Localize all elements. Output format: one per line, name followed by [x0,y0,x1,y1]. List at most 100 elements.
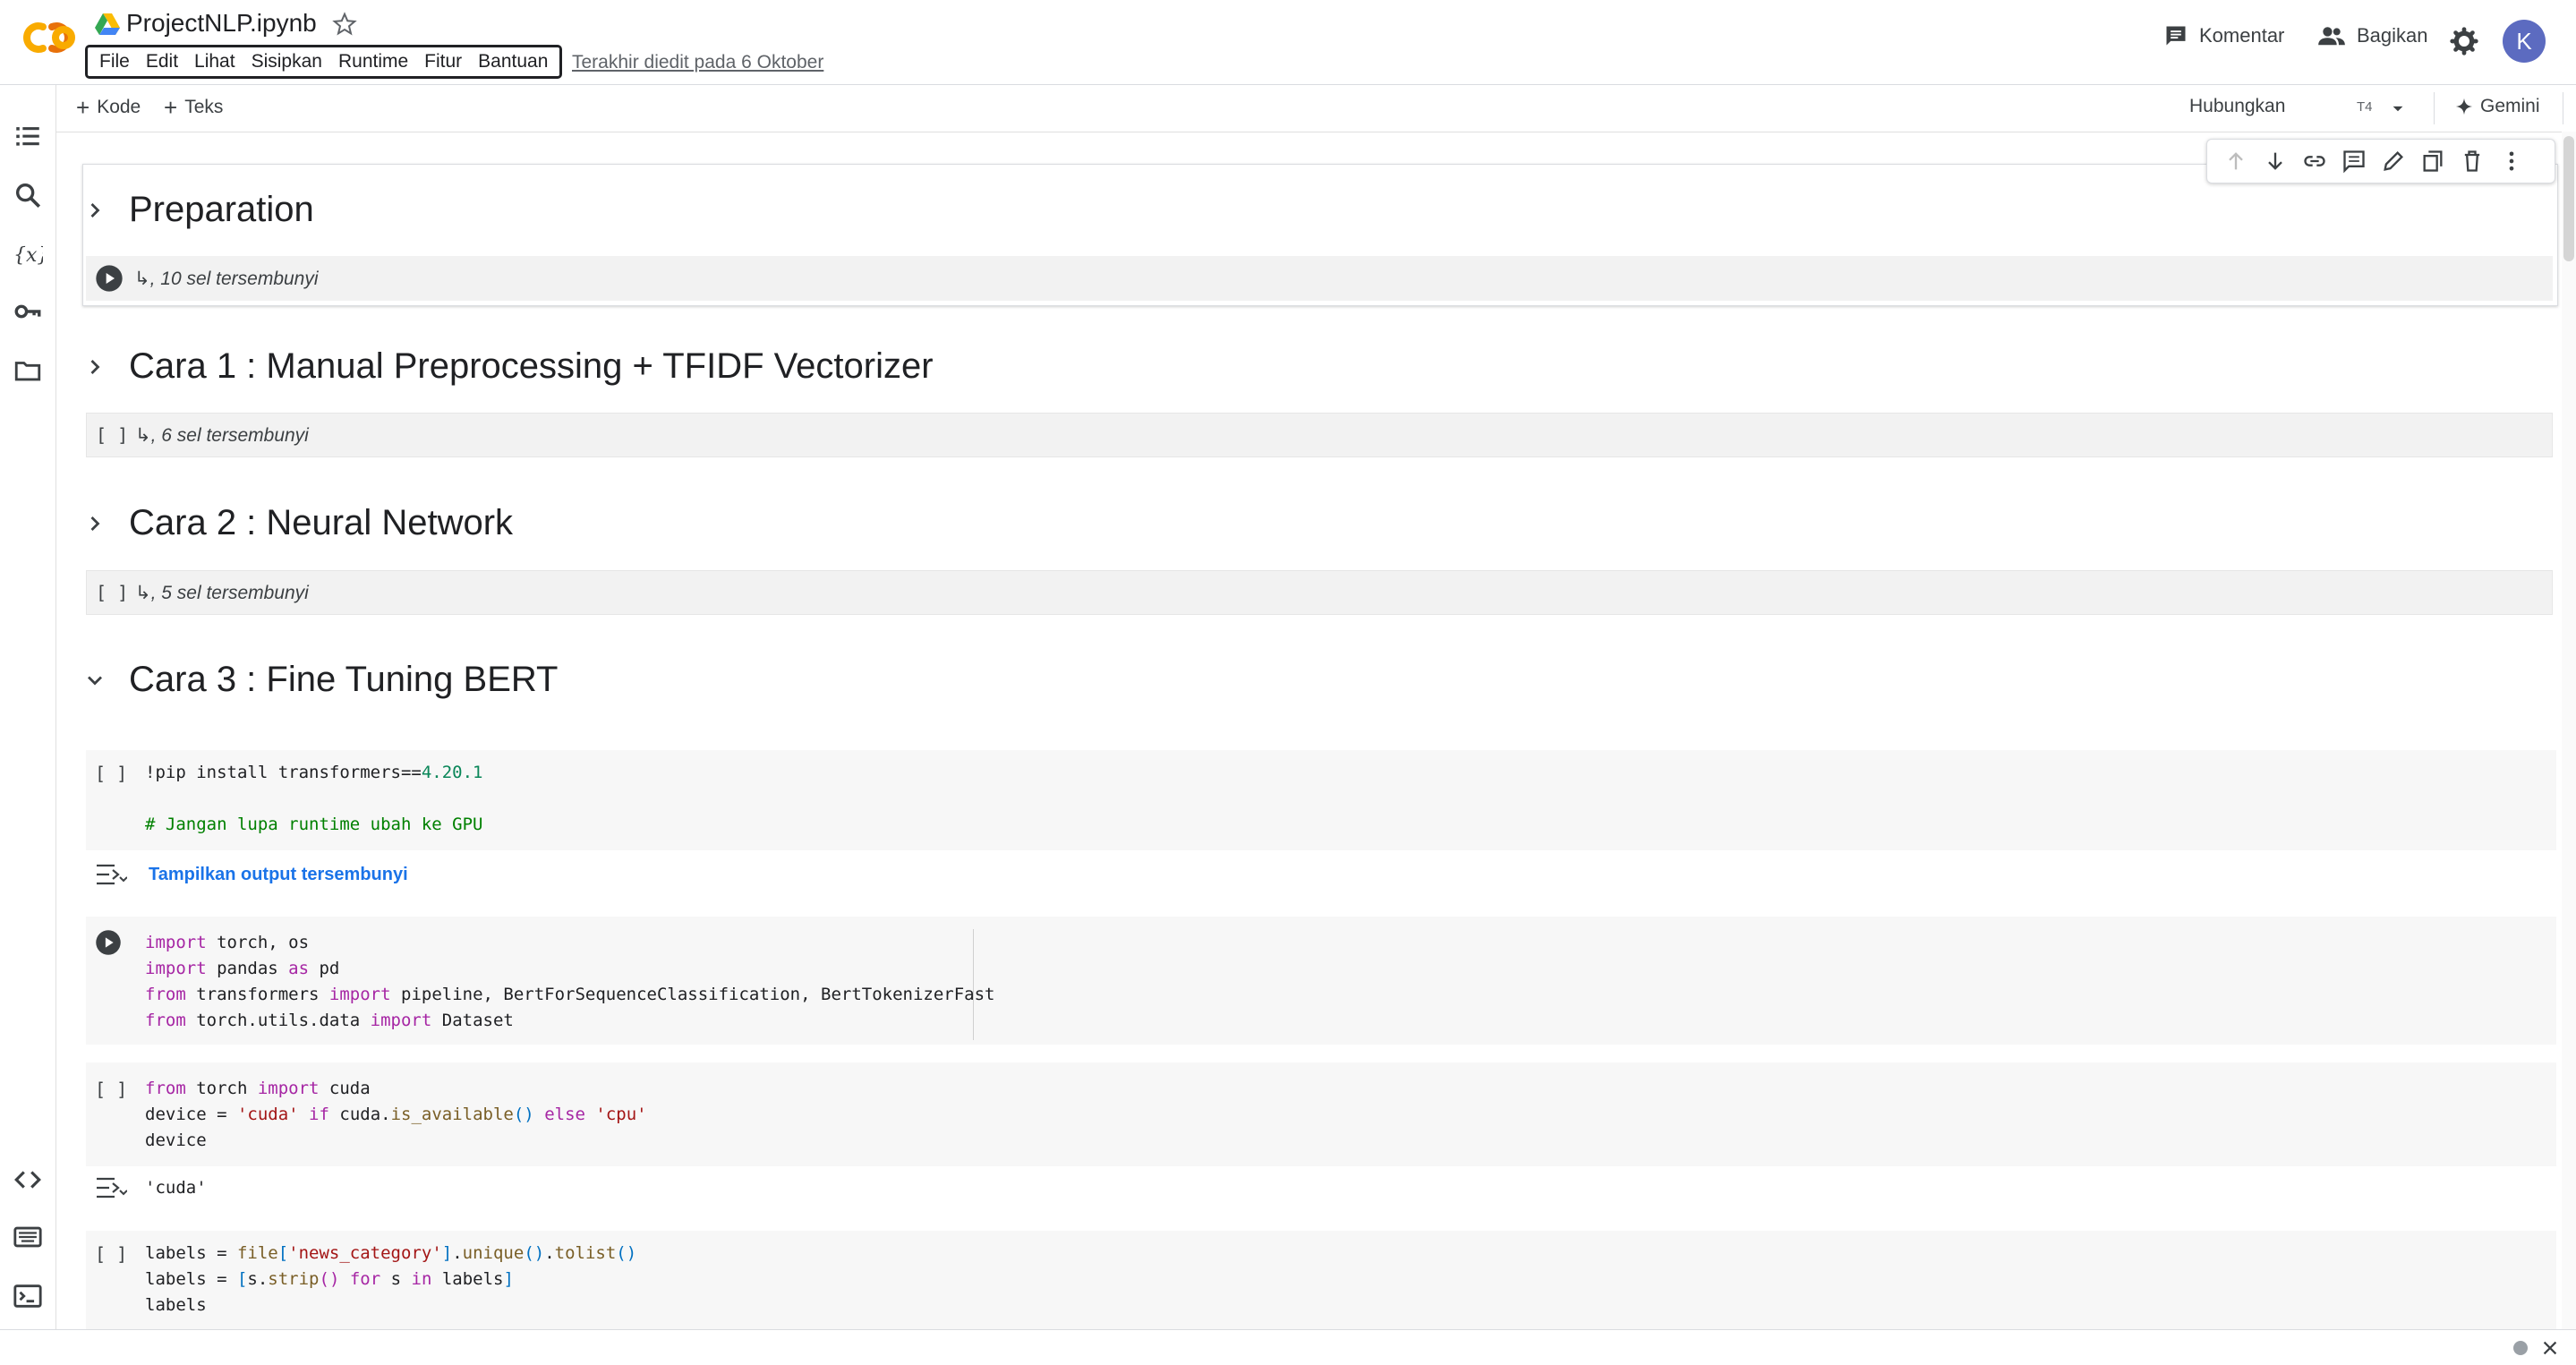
terminal-icon[interactable] [13,1281,43,1311]
cell-bracket[interactable]: [ ] [95,1243,127,1265]
folder-icon[interactable] [13,355,43,386]
code-line: from torch.utils.data import Dataset [145,1011,514,1030]
avatar[interactable]: K [2503,20,2546,63]
hidden-cells-bar[interactable]: [ ] ↳, 6 sel tersembunyi [86,413,2553,457]
notebook-toolbar: + Kode + Teks Hubungkan T4 Gemini [56,85,2576,132]
section-title: Preparation [129,190,314,229]
hidden-cells-bar[interactable]: [ ] ↳, 5 sel tersembunyi [86,570,2553,615]
menu-insert[interactable]: Sisipkan [243,51,330,73]
link-icon[interactable] [2302,149,2327,174]
edit-pencil-icon[interactable] [2381,149,2406,174]
section-title: Cara 1 : Manual Preprocessing + TFIDF Ve… [129,346,934,386]
code-cell[interactable]: [ ] labels = file['news_category'].uniqu… [86,1231,2556,1329]
add-text-button[interactable]: + Teks [164,96,223,119]
colab-logo[interactable] [16,18,79,57]
plus-icon: + [76,94,90,121]
menu-tools[interactable]: Fitur [416,51,470,73]
output-toggle-icon[interactable] [95,861,127,888]
code-line: labels = file['news_category'].unique().… [145,1243,637,1263]
arrow-down-icon[interactable] [2263,149,2288,174]
section-title: Cara 3 : Fine Tuning BERT [129,660,559,699]
section-heading[interactable]: Cara 3 : Fine Tuning BERT [82,660,559,700]
hidden-cells-text: ↳, 10 sel tersembunyi [134,268,319,289]
gear-icon[interactable] [2450,27,2478,55]
runtime-badge: T4 [2357,99,2373,115]
add-code-button[interactable]: + Kode [76,96,141,119]
cell-bracket[interactable]: [ ] [95,763,127,784]
close-icon[interactable] [2540,1338,2560,1358]
code-line: labels = [s.strip() for s in labels] [145,1269,514,1289]
cell-bracket: [ ] [96,582,129,603]
gemini-button[interactable]: Gemini [2455,96,2540,117]
add-text-label: Teks [184,97,224,117]
hidden-cells-text: ↳, 5 sel tersembunyi [135,582,309,603]
more-vert-icon[interactable] [2499,149,2524,174]
comment-button[interactable]: Komentar [2163,23,2284,48]
status-indicator [2513,1341,2528,1355]
comment-icon [2166,26,2186,46]
sparkle-icon [2455,98,2473,115]
key-icon[interactable] [13,296,43,327]
code-line: device [145,1130,207,1150]
code-cell[interactable]: import torch, os import pandas as pd fro… [86,917,2556,1045]
mirror-cell-icon[interactable] [2420,149,2445,174]
menu-bar: File Edit Lihat Sisipkan Runtime Fitur B… [85,45,563,79]
section-heading[interactable]: Cara 2 : Neural Network [82,503,513,543]
code-cell[interactable]: [ ] from torch import cuda device = 'cud… [86,1062,2556,1166]
code-line: !pip install transformers==4.20.1 [145,763,483,782]
code-line: from torch import cuda [145,1079,371,1098]
output-area: Tampilkan output tersembunyi [86,861,408,888]
menu-help[interactable]: Bantuan [470,51,556,73]
run-cell-icon[interactable] [95,929,122,956]
notebook-title[interactable]: ProjectNLP.ipynb [126,9,317,38]
gemini-label: Gemini [2480,96,2540,116]
scrollbar[interactable] [2562,132,2576,1329]
search-icon[interactable] [13,180,43,210]
code-line: import pandas as pd [145,959,340,978]
status-bar [0,1329,2576,1365]
delete-icon[interactable] [2460,149,2485,174]
code-line: device = 'cuda' if cuda.is_available() e… [145,1105,647,1124]
run-cell-icon[interactable] [95,264,124,293]
variables-icon[interactable]: {x} [13,239,43,269]
divider [2434,92,2435,124]
section-heading[interactable]: Preparation [82,190,314,230]
code-line: # Jangan lupa runtime ubah ke GPU [145,815,483,834]
last-edited-link[interactable]: Terakhir diedit pada 6 Oktober [572,52,823,73]
chevron-right-icon[interactable] [82,354,107,380]
output-toggle-icon[interactable] [95,1174,127,1201]
comment-icon[interactable] [2341,149,2367,174]
section-title: Cara 2 : Neural Network [129,503,514,542]
chevron-right-icon[interactable] [82,511,107,536]
svg-text:{x}: {x} [13,244,43,267]
menu-runtime[interactable]: Runtime [330,51,416,73]
connect-button[interactable]: Hubungkan [2189,96,2285,117]
scrollbar-thumb[interactable] [2563,136,2574,261]
cell-bracket: [ ] [96,424,129,446]
menu-edit[interactable]: Edit [138,51,186,73]
cell-bracket[interactable]: [ ] [95,1079,127,1100]
output-area: 'cuda' [86,1174,207,1201]
add-code-label: Kode [97,97,141,117]
chevron-down-icon[interactable] [82,668,107,693]
comment-label: Komentar [2199,24,2285,47]
hidden-cells-bar[interactable]: ↳, 10 sel tersembunyi [86,256,2553,301]
chevron-down-icon[interactable] [2386,97,2410,120]
menu-view[interactable]: Lihat [186,51,243,73]
command-palette-icon[interactable] [13,1222,43,1252]
section-heading[interactable]: Cara 1 : Manual Preprocessing + TFIDF Ve… [82,346,934,387]
code-cell[interactable]: [ ] !pip install transformers==4.20.1 # … [86,750,2556,850]
chevron-right-icon[interactable] [82,198,107,223]
code-line: from transformers import pipeline, BertF… [145,985,995,1004]
left-sidebar: {x} [0,85,56,1329]
menu-file[interactable]: File [91,51,138,73]
cell-toolbar [2206,139,2555,183]
table-of-contents-icon[interactable] [13,121,43,151]
code-snippets-icon[interactable] [13,1165,43,1195]
app-header: ProjectNLP.ipynb File Edit Lihat Sisipka… [0,0,2576,85]
arrow-up-icon[interactable] [2223,149,2248,174]
people-icon [2318,27,2345,46]
show-hidden-output-link[interactable]: Tampilkan output tersembunyi [149,865,408,885]
share-button[interactable]: Bagikan [2317,23,2428,48]
star-icon[interactable] [331,11,358,38]
